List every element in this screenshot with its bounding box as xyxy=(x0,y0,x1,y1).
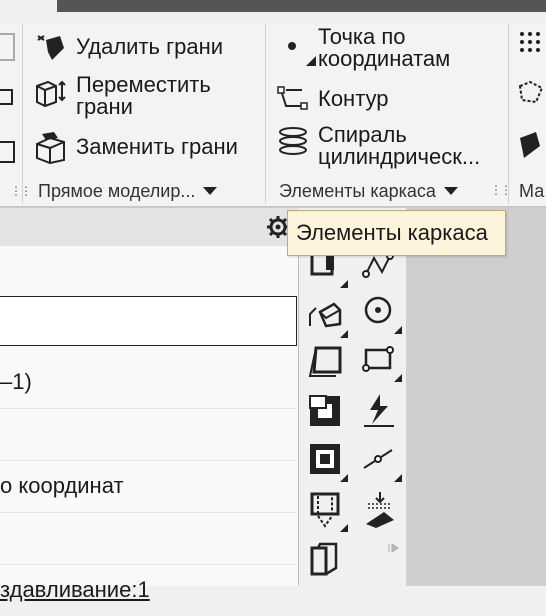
panel-grip-icon[interactable]: ⋮⋮ xyxy=(490,183,512,197)
move-faces-icon xyxy=(36,80,66,108)
sweep-button[interactable] xyxy=(306,296,348,338)
contour-icon xyxy=(277,86,308,110)
move-faces-label: Переместить грани xyxy=(76,72,211,119)
tree-row[interactable]: –1) xyxy=(0,356,296,409)
sweep-icon xyxy=(309,302,342,328)
dropdown-corner-icon xyxy=(340,474,348,482)
shell-icon xyxy=(309,395,340,426)
workspace-area xyxy=(406,208,546,586)
shell-button[interactable] xyxy=(306,392,346,432)
tree-row-label: –1) xyxy=(0,369,32,394)
delete-faces-label: Удалить грани xyxy=(76,34,224,59)
loft-icon xyxy=(308,346,342,377)
ribbon-separator xyxy=(508,24,509,204)
dropdown-corner-icon xyxy=(394,326,402,334)
lightning-icon xyxy=(364,394,394,427)
tree-row-label: о координат xyxy=(0,473,124,498)
break-line-button[interactable] xyxy=(360,390,400,430)
panel-title-frame-elements[interactable]: Элементы каркаса xyxy=(279,178,458,204)
move-faces-button[interactable]: Переместить грани xyxy=(34,74,211,118)
hole-button[interactable] xyxy=(306,490,348,532)
tree-panel-header xyxy=(0,208,298,247)
circle-button[interactable] xyxy=(360,292,402,334)
replace-faces-icon xyxy=(36,132,65,164)
tree-row[interactable]: здавливание:1 xyxy=(0,564,296,616)
dropdown-corner-icon xyxy=(340,524,348,532)
panel-title-next[interactable]: Ма xyxy=(519,178,544,204)
rib-button[interactable] xyxy=(306,440,348,482)
panel-grip-icon[interactable]: ⋮⋮ xyxy=(10,184,32,198)
rib-icon xyxy=(310,444,340,474)
dropdown-corner-icon xyxy=(394,474,402,482)
scroll-right-icon[interactable] xyxy=(388,542,400,554)
dropdown-corner-icon xyxy=(340,330,348,338)
delete-faces-button[interactable]: Удалить грани xyxy=(34,30,223,64)
loft-button[interactable] xyxy=(306,344,346,384)
replace-faces-label: Заменить грани xyxy=(76,134,238,159)
cylindrical-spiral-button[interactable]: Спираль цилиндрическ... xyxy=(276,124,480,168)
tree-search-input[interactable] xyxy=(0,296,297,346)
point-icon xyxy=(288,42,296,50)
segment-button[interactable] xyxy=(360,440,402,482)
dropdown-corner-icon xyxy=(340,280,348,288)
projection-button[interactable] xyxy=(360,490,400,530)
ribbon-separator xyxy=(22,24,23,204)
panel-title-next-label: Ма xyxy=(519,180,545,201)
tooltip-text: Элементы каркаса xyxy=(296,220,488,245)
ribbon-separator xyxy=(265,24,266,204)
dropdown-corner-icon xyxy=(394,374,402,382)
panel-title-frame-elements-label: Элементы каркаса xyxy=(279,180,436,201)
point-by-coordinates-button[interactable]: Точка по координатам xyxy=(276,26,450,70)
cylindrical-spiral-label: Спираль цилиндрическ... xyxy=(318,122,481,169)
panel-title-direct-modeling[interactable]: ⋮⋮ Прямое моделир... xyxy=(10,178,218,204)
rectangle-button[interactable] xyxy=(360,340,402,382)
panel-title-direct-modeling-label: Прямое моделир... xyxy=(38,180,196,201)
tree-row[interactable] xyxy=(0,512,296,565)
replace-faces-button[interactable]: Заменить грани xyxy=(34,130,238,164)
dropdown-corner-icon[interactable] xyxy=(306,56,316,66)
tree-row-label: здавливание:1 xyxy=(0,577,150,602)
tree-row[interactable] xyxy=(0,246,296,299)
title-strip xyxy=(0,0,546,24)
tooltip: Элементы каркаса xyxy=(287,210,506,256)
contour-label: Контур xyxy=(318,86,389,111)
partial-left-icons[interactable] xyxy=(0,30,18,170)
delete-faces-icon xyxy=(37,35,64,60)
split-icon xyxy=(310,542,338,576)
split-button[interactable] xyxy=(306,540,346,580)
chevron-down-icon[interactable] xyxy=(443,187,458,195)
contour-button[interactable]: Контур xyxy=(276,82,389,116)
partial-right-icons[interactable] xyxy=(516,30,546,170)
point-by-coordinates-label: Точка по координатам xyxy=(318,24,451,71)
title-strip-dark xyxy=(57,0,546,12)
tree-row[interactable] xyxy=(0,408,296,461)
projection-icon xyxy=(366,492,394,528)
spiral-icon xyxy=(279,127,307,155)
chevron-down-icon[interactable] xyxy=(203,187,218,195)
tree-row[interactable]: о координат xyxy=(0,460,296,513)
